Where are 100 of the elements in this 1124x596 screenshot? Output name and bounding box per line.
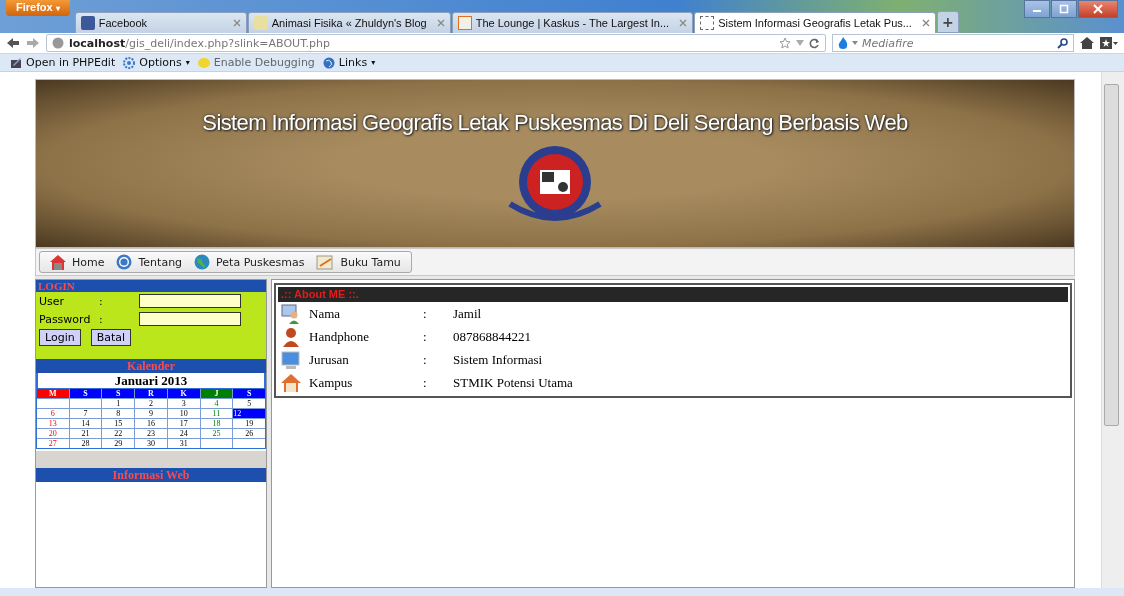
weekday-header: R	[135, 389, 167, 398]
site-title: Sistem Informasi Geografis Letak Puskesmas Di Deli Serdang Berbasis Web	[202, 110, 908, 136]
bookmark-menu-icon[interactable]	[1100, 37, 1118, 49]
calendar-day[interactable]: 6	[37, 409, 69, 418]
field-value: 087868844221	[453, 328, 531, 345]
close-icon[interactable]	[436, 19, 445, 27]
field-label: Nama	[309, 305, 342, 322]
weekday-header: S	[233, 389, 265, 398]
f-logo-icon	[80, 16, 95, 30]
close-icon[interactable]	[232, 19, 241, 27]
menu-item[interactable]: Tentang	[116, 254, 183, 270]
calendar-day[interactable]: 25	[200, 429, 233, 438]
globe-icon	[52, 37, 64, 49]
calendar-day[interactable]: 23	[135, 429, 167, 438]
calendar-day[interactable]: 12	[233, 409, 265, 418]
calendar-day[interactable]: 30	[135, 439, 167, 448]
colon: :	[423, 328, 428, 345]
calendar-day[interactable]: 14	[69, 419, 102, 428]
calendar-day[interactable]: 28	[69, 439, 102, 448]
maximize-button[interactable]	[1051, 0, 1077, 18]
calendar-day[interactable]: 9	[135, 409, 167, 418]
address-bar[interactable]: localhost/gis_deli/index.php?slink=ABOUT.php	[46, 34, 826, 52]
avatar-icon	[253, 16, 268, 30]
bookmark-item[interactable]: Options ▾	[123, 56, 190, 69]
house-icon	[281, 372, 301, 393]
menu-item[interactable]: Buku Tamu	[316, 254, 401, 270]
menu-item[interactable]: Home	[50, 254, 105, 270]
colon: :	[423, 351, 428, 368]
close-icon	[1093, 4, 1103, 14]
edit-icon	[10, 56, 22, 69]
minimize-button[interactable]	[1024, 0, 1050, 18]
input-field[interactable]	[139, 312, 241, 326]
question-mark-icon	[116, 254, 133, 270]
house-icon	[50, 254, 66, 270]
browser-tab[interactable]: Sistem Informasi Geografis Letak Pus...	[694, 12, 936, 33]
calendar-day[interactable]: 15	[102, 419, 135, 428]
search-box[interactable]: Mediafire	[832, 34, 1074, 52]
new-tab-button[interactable]: +	[936, 11, 959, 33]
field-label: Jurusan	[309, 351, 350, 368]
notepad-icon	[316, 254, 335, 270]
calendar-day[interactable]: 4	[200, 399, 233, 408]
form-button[interactable]: Batal	[90, 329, 132, 346]
field-label: User	[39, 294, 66, 308]
bookmark-item[interactable]: Open in PHPEdit	[10, 56, 116, 69]
browser-tab[interactable]: Animasi Fisika « Zhuldyn's Blog	[247, 12, 451, 33]
calendar-day[interactable]: 24	[167, 429, 200, 438]
weekday-header: S	[102, 389, 135, 398]
colon: :	[99, 312, 104, 326]
dropdown-icon	[852, 41, 858, 45]
weekday-header: K	[167, 389, 200, 398]
calendar-day[interactable]: 20	[37, 429, 69, 438]
calendar-day[interactable]: 10	[167, 409, 200, 418]
colon: :	[99, 294, 104, 308]
calendar-day[interactable]: 17	[167, 419, 200, 428]
calendar-day[interactable]: 22	[102, 429, 135, 438]
scrollbar[interactable]	[1101, 72, 1124, 588]
login-heading: LOGIN	[36, 280, 266, 292]
monitor-icon	[281, 349, 301, 370]
bulb-icon	[197, 56, 210, 69]
calendar-day[interactable]: 13	[37, 419, 69, 428]
calendar-day[interactable]: 11	[200, 409, 233, 418]
input-field[interactable]	[139, 294, 241, 308]
calendar-day[interactable]: 27	[37, 439, 69, 448]
calendar-day[interactable]: 7	[69, 409, 102, 418]
calendar-day[interactable]: 2	[135, 399, 167, 408]
close-icon[interactable]	[679, 19, 688, 27]
calendar-day[interactable]: 29	[102, 439, 135, 448]
browser-tab[interactable]: The Lounge | Kaskus - The Largest In...	[451, 12, 694, 33]
close-window-button[interactable]	[1078, 0, 1118, 18]
globe-icon	[322, 56, 335, 69]
browser-tab[interactable]: Facebook	[74, 12, 247, 33]
weekday-header: S	[69, 389, 102, 398]
calendar-day[interactable]: 26	[233, 429, 265, 438]
back-arrow-icon[interactable]	[6, 37, 20, 49]
star-icon[interactable]	[779, 37, 791, 49]
calendar-day[interactable]: 21	[69, 429, 102, 438]
calendar-day[interactable]: 31	[167, 439, 200, 448]
weekday-header: J	[200, 389, 233, 398]
field-value: STMIK Potensi Utama	[453, 374, 573, 391]
about-heading: .:: About ME ::.	[278, 287, 1068, 302]
calendar-day[interactable]: 16	[135, 419, 167, 428]
user-icon	[281, 303, 301, 324]
calendar-day[interactable]: 18	[200, 419, 233, 428]
close-icon[interactable]	[921, 19, 930, 27]
calendar-day[interactable]: 3	[167, 399, 200, 408]
calendar-day[interactable]: 5	[233, 399, 265, 408]
blank-page-icon	[700, 16, 715, 30]
globe-icon	[194, 254, 211, 270]
weekday-header: M	[37, 389, 69, 398]
form-button[interactable]: Login	[39, 329, 81, 346]
colon: :	[423, 305, 428, 322]
menu-item[interactable]: Peta Puskesmas	[194, 254, 305, 270]
home-icon[interactable]	[1080, 37, 1094, 49]
tab-favicon-icon	[457, 16, 472, 30]
search-icon[interactable]	[1057, 37, 1068, 49]
bookmark-item[interactable]: Links ▾	[322, 56, 376, 69]
calendar-day[interactable]: 1	[102, 399, 135, 408]
calendar-day[interactable]: 8	[102, 409, 135, 418]
reload-icon[interactable]	[809, 37, 820, 49]
calendar-day[interactable]: 19	[233, 419, 265, 428]
